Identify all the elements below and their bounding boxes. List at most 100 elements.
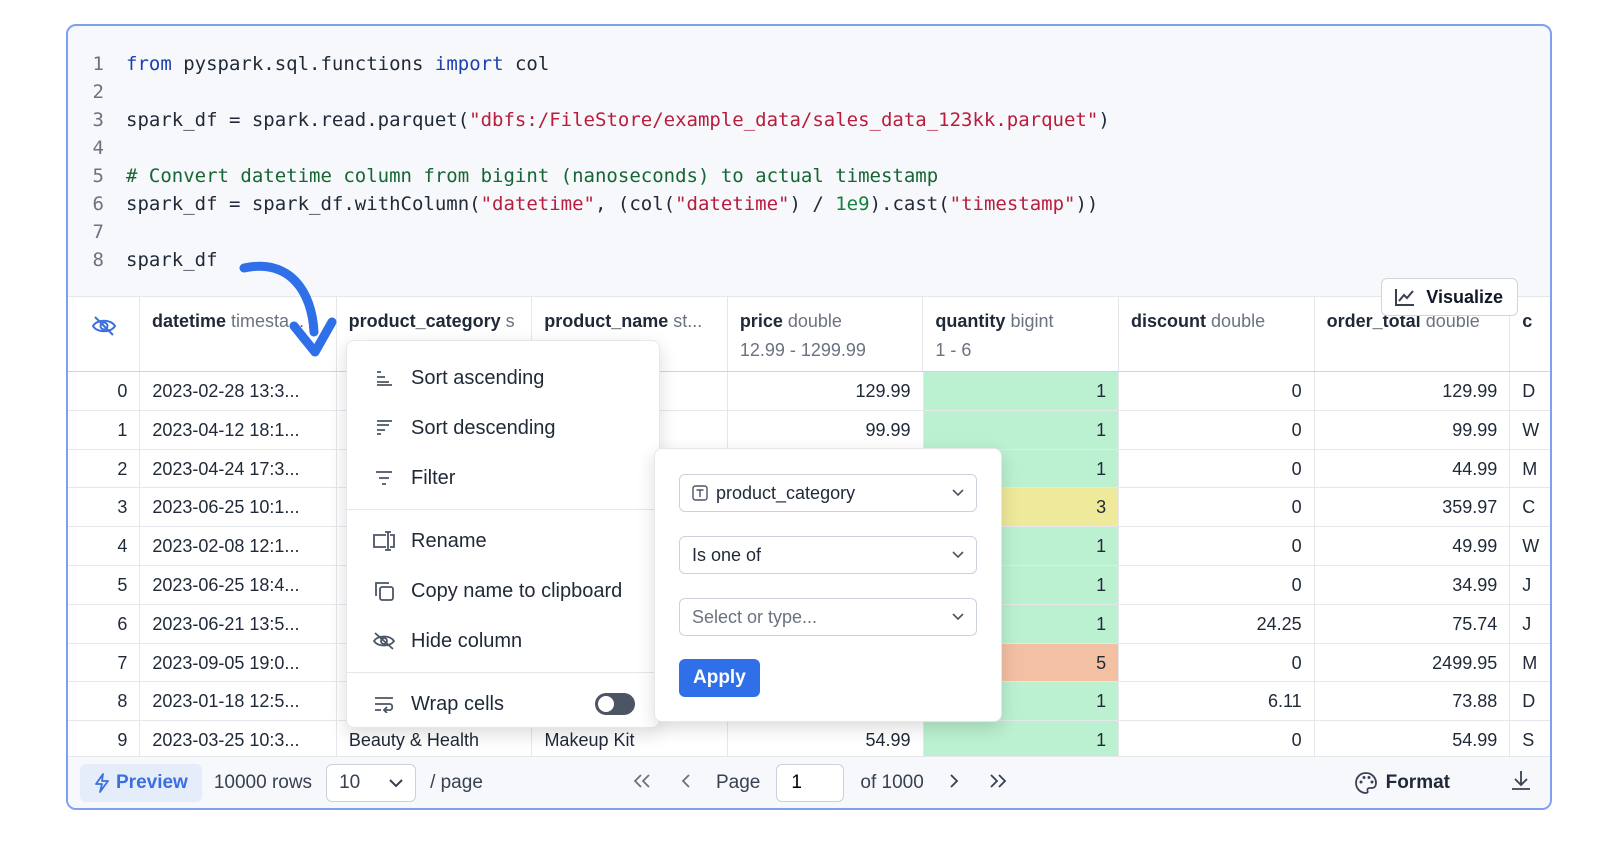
cell-discount[interactable]: 0 [1119,410,1315,449]
menu-filter[interactable]: Filter [347,453,659,503]
cell-discount[interactable]: 0 [1119,372,1315,410]
page-number-input[interactable] [776,763,845,802]
cell-order-total[interactable]: 129.99 [1315,372,1511,410]
format-button[interactable]: Format [1354,771,1450,795]
menu-rename[interactable]: Rename [347,516,659,566]
cell-datetime[interactable]: 2023-09-05 19:0... [140,643,337,682]
code-line[interactable]: 3 spark_df = spark.read.parquet("dbfs:/Fi… [68,106,1550,134]
cell-datetime[interactable]: 2023-06-21 13:5... [140,604,337,643]
cell-order-total[interactable]: 34.99 [1315,565,1511,604]
cell-order-total[interactable]: 75.74 [1315,604,1511,643]
cell-discount[interactable]: 0 [1119,527,1315,565]
cell-discount[interactable]: 0 [1119,565,1315,604]
cell-datetime[interactable]: 2023-04-24 17:3... [140,449,337,488]
menu-sort-ascending[interactable]: Sort ascending [347,353,659,403]
cell-datetime[interactable]: 2023-01-18 12:5... [140,682,337,721]
cell-discount[interactable]: 24.25 [1119,604,1315,643]
column-type: double [1211,311,1266,331]
filter-operator-select[interactable]: Is one of [679,536,977,574]
code-line[interactable]: 1 from pyspark.sql.functions import col [68,50,1550,78]
copy-icon [375,582,394,601]
text-type-icon [692,485,708,501]
column-visibility-toggle[interactable] [68,297,140,371]
cell-datetime[interactable]: 2023-02-28 13:3... [140,372,337,410]
cell-truncated[interactable]: M [1510,450,1550,488]
column-name: product_name [544,311,669,331]
chevron-down-icon [952,551,964,559]
cell-price[interactable]: 54.99 [728,721,924,759]
cell-datetime[interactable]: 2023-04-12 18:1... [140,410,337,449]
code-line[interactable]: 5 # Convert datetime column from bigint (… [68,162,1550,190]
code-line[interactable]: 4 [68,134,1550,162]
cell-truncated[interactable]: J [1510,566,1550,604]
table-footer: Preview 10000 rows 10 / page Page of 100… [68,756,1550,808]
apply-button[interactable]: Apply [679,659,760,697]
cell-truncated[interactable]: C [1510,488,1550,526]
cell-price[interactable]: 129.99 [728,372,924,410]
prev-page-button[interactable] [672,771,700,794]
row-index[interactable]: 6 [68,604,141,643]
row-index[interactable]: 1 [68,410,141,449]
cell-quantity[interactable]: 1 [923,372,1120,410]
cell-truncated[interactable]: W [1510,527,1550,565]
cell-order-total[interactable]: 73.88 [1315,682,1511,721]
cell-order-total[interactable]: 49.99 [1315,527,1511,565]
cell-quantity[interactable]: 1 [923,721,1120,759]
cell-discount[interactable]: 0 [1119,721,1315,759]
cell-discount[interactable]: 6.11 [1119,682,1315,721]
filter-column-select[interactable]: product_category [679,474,977,512]
cell-order-total[interactable]: 99.99 [1315,410,1511,449]
cell-discount[interactable]: 0 [1119,488,1315,527]
wrap-cells-toggle[interactable] [595,693,635,715]
row-index[interactable]: 0 [68,372,141,410]
row-index[interactable]: 2 [68,449,141,488]
cell-order-total[interactable]: 359.97 [1315,488,1511,527]
preview-label: Preview [116,771,188,793]
page-size-select[interactable]: 10 [326,763,417,802]
code-line[interactable]: 6 spark_df = spark_df.withColumn("datetim… [68,190,1550,218]
cell-truncated[interactable]: S [1510,721,1550,759]
filter-value-select[interactable]: Select or type... [679,598,977,636]
cell-order-total[interactable]: 2499.95 [1315,643,1511,682]
menu-hide-column[interactable]: Hide column [347,616,659,666]
preview-button[interactable]: Preview [80,763,202,802]
cell-truncated[interactable]: M [1510,644,1550,682]
code-token: spark_df = spark.read.parquet( [126,109,470,131]
cell-datetime[interactable]: 2023-02-08 12:1... [140,527,337,565]
column-header-quantity[interactable]: quantity bigint 1 - 6 [923,297,1120,371]
menu-copy-name[interactable]: Copy name to clipboard [347,566,659,616]
last-page-button[interactable] [984,771,1012,794]
cell-price[interactable]: 99.99 [728,410,924,449]
cell-truncated[interactable]: J [1510,605,1550,643]
menu-sort-descending[interactable]: Sort descending [347,403,659,453]
column-header-discount[interactable]: discount double [1119,297,1315,371]
column-name: product_category [348,311,501,331]
row-index[interactable]: 3 [68,488,141,527]
cell-discount[interactable]: 0 [1119,643,1315,682]
row-index[interactable]: 7 [68,643,141,682]
row-index[interactable]: 4 [68,527,141,565]
first-page-button[interactable] [628,771,656,794]
row-index[interactable]: 8 [68,682,141,721]
next-page-button[interactable] [940,771,968,794]
eye-off-icon [372,632,396,650]
wrap-icon [375,697,394,713]
cell-datetime[interactable]: 2023-03-25 10:3... [140,721,337,759]
visualize-button[interactable]: Visualize [1381,278,1518,316]
cell-truncated[interactable]: D [1510,372,1550,410]
cell-truncated[interactable]: D [1510,682,1550,720]
cell-order-total[interactable]: 54.99 [1315,721,1511,759]
row-index[interactable]: 5 [68,565,141,604]
cell-datetime[interactable]: 2023-06-25 10:1... [140,488,337,527]
menu-wrap-cells[interactable]: Wrap cells [347,679,659,729]
cell-order-total[interactable]: 44.99 [1315,449,1511,488]
code-line[interactable]: 2 [68,78,1550,106]
cell-truncated[interactable]: W [1510,411,1550,449]
download-button[interactable] [1510,769,1532,797]
cell-datetime[interactable]: 2023-06-25 18:4... [140,565,337,604]
cell-discount[interactable]: 0 [1119,449,1315,488]
cell-quantity[interactable]: 1 [923,410,1120,449]
column-header-price[interactable]: price double 12.99 - 1299.99 [728,297,924,371]
row-index[interactable]: 9 [68,721,141,759]
line-code: # Convert datetime column from bigint (n… [126,162,938,190]
